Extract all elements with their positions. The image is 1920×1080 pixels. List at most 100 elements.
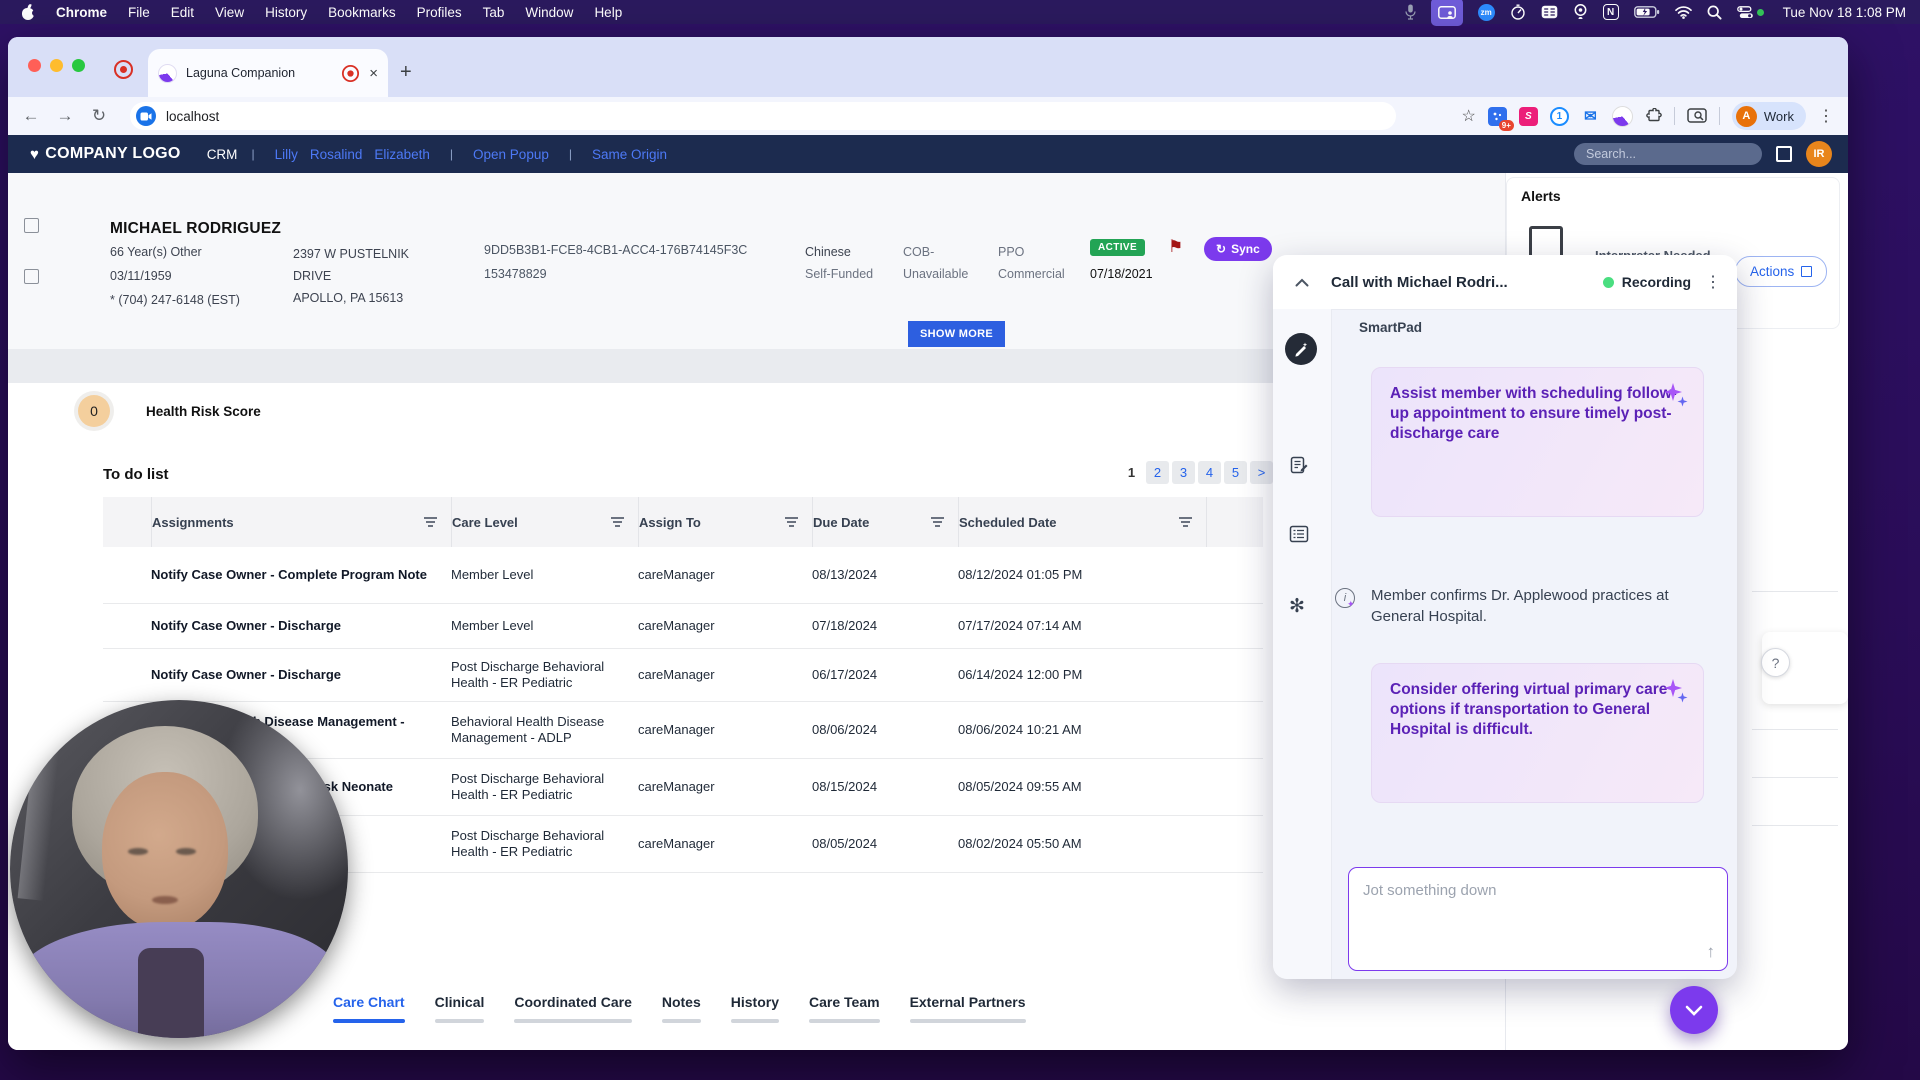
page-4[interactable]: 4 xyxy=(1198,461,1221,484)
header-assignments[interactable]: Assignments xyxy=(151,497,451,547)
scroll-down-fab[interactable] xyxy=(1670,986,1718,1034)
menubar-clock[interactable]: Tue Nov 18 1:08 PM xyxy=(1783,5,1906,20)
profile-chip[interactable]: A Work xyxy=(1731,102,1806,130)
filter-icon[interactable] xyxy=(424,517,437,527)
extension-blue-icon[interactable]: 9+ xyxy=(1487,106,1514,131)
company-logo[interactable]: ♥ COMPANY LOGO xyxy=(30,145,181,163)
fullscreen-window-button[interactable] xyxy=(72,59,85,72)
address-bar[interactable]: localhost xyxy=(130,102,1396,130)
note-input[interactable] xyxy=(1349,868,1727,938)
cell-scheduled-date: 08/06/2024 10:21 AM xyxy=(958,721,1082,737)
smartpad-icon[interactable] xyxy=(1285,333,1317,365)
crm-app-label[interactable]: CRM xyxy=(207,147,238,162)
ai-suggestion-card-1[interactable]: Assist member with scheduling follow-up … xyxy=(1371,367,1704,517)
help-button[interactable]: ? xyxy=(1761,648,1790,677)
tab-close-icon[interactable]: × xyxy=(369,65,378,82)
nav-link-same-origin[interactable]: Same Origin xyxy=(592,147,667,162)
menu-tab[interactable]: Tab xyxy=(483,5,505,20)
podcast-icon[interactable] xyxy=(1573,0,1588,24)
table-row[interactable]: Notify Case Owner - Discharge Member Lev… xyxy=(103,604,1263,649)
call-menu-icon[interactable]: ⋮ xyxy=(1705,272,1721,292)
filter-icon[interactable] xyxy=(931,517,944,527)
forward-icon[interactable]: → xyxy=(48,106,82,126)
menu-edit[interactable]: Edit xyxy=(171,5,194,20)
collapse-chevron-up-icon[interactable] xyxy=(1295,278,1309,287)
browser-menu-icon[interactable]: ⋮ xyxy=(1818,106,1834,126)
control-center-icon[interactable] xyxy=(1736,0,1764,24)
menu-chrome[interactable]: Chrome xyxy=(56,5,107,20)
tab-external-partners[interactable]: External Partners xyxy=(900,994,1036,1023)
tab-coordinated-care[interactable]: Coordinated Care xyxy=(504,994,641,1023)
crm-search-input[interactable]: Search... xyxy=(1574,143,1762,165)
nav-link-lilly[interactable]: Lilly xyxy=(275,147,298,162)
spotlight-search-icon[interactable] xyxy=(1707,0,1722,24)
page-next[interactable]: > xyxy=(1250,461,1273,484)
filter-icon[interactable] xyxy=(1179,517,1192,527)
list-widget-icon[interactable] xyxy=(1541,0,1558,24)
new-tab-button[interactable]: + xyxy=(400,61,412,84)
webcam-video-overlay[interactable] xyxy=(10,700,348,1038)
menu-window[interactable]: Window xyxy=(525,5,573,20)
menu-bookmarks[interactable]: Bookmarks xyxy=(328,5,396,20)
flag-icon[interactable]: ⚑ xyxy=(1168,237,1183,257)
reload-icon[interactable]: ↻ xyxy=(82,106,116,126)
form-list-icon[interactable] xyxy=(1289,525,1309,543)
back-icon[interactable]: ← xyxy=(14,106,48,126)
webcam-person xyxy=(102,772,228,930)
extension-mail-icon[interactable]: ✉ xyxy=(1581,107,1600,126)
snowflake-asterisk-icon[interactable]: ✻ xyxy=(1289,595,1305,618)
extensions-puzzle-icon[interactable] xyxy=(1645,107,1662,125)
nav-link-open-popup[interactable]: Open Popup xyxy=(473,147,549,162)
stopwatch-icon[interactable] xyxy=(1510,0,1526,24)
wifi-icon[interactable] xyxy=(1674,0,1692,24)
collapse-checkbox-bottom[interactable] xyxy=(24,269,39,284)
browser-tab-active[interactable]: Laguna Companion × xyxy=(148,49,388,97)
header-assign-to[interactable]: Assign To xyxy=(638,497,812,547)
page-1[interactable]: 1 xyxy=(1120,461,1143,484)
notion-icon[interactable]: N xyxy=(1602,4,1619,20)
collapse-checkbox-top[interactable] xyxy=(24,218,39,233)
ai-suggestion-card-2[interactable]: Consider offering virtual primary care o… xyxy=(1371,663,1704,803)
menu-help[interactable]: Help xyxy=(594,5,622,20)
menu-history[interactable]: History xyxy=(265,5,307,20)
table-row[interactable]: Notify Case Owner - Complete Program Not… xyxy=(103,547,1263,604)
table-row[interactable]: Notify Case Owner - Discharge Post Disch… xyxy=(103,649,1263,702)
tab-notes[interactable]: Notes xyxy=(652,994,711,1023)
extension-pink-icon[interactable]: S xyxy=(1518,106,1538,126)
user-avatar[interactable]: IR xyxy=(1806,141,1832,167)
tab-care-team[interactable]: Care Team xyxy=(799,994,890,1023)
header-due-date[interactable]: Due Date xyxy=(812,497,958,547)
note-edit-icon[interactable] xyxy=(1289,455,1309,475)
nav-link-rosalind[interactable]: Rosalind xyxy=(310,147,363,162)
menu-view[interactable]: View xyxy=(215,5,244,20)
tab-clinical[interactable]: Clinical xyxy=(425,994,495,1023)
bookmark-star-icon[interactable]: ☆ xyxy=(1462,106,1476,126)
send-arrow-icon[interactable]: ↑ xyxy=(1707,942,1716,962)
show-more-button[interactable]: SHOW MORE xyxy=(908,321,1005,347)
actions-button[interactable]: Actions xyxy=(1735,256,1828,287)
health-risk-score-value: 0 xyxy=(78,395,110,427)
menu-file[interactable]: File xyxy=(128,5,150,20)
nav-link-elizabeth[interactable]: Elizabeth xyxy=(374,147,430,162)
sync-button[interactable]: ↻ Sync xyxy=(1204,237,1272,261)
screen-share-icon[interactable] xyxy=(1430,0,1463,26)
minimize-window-button[interactable] xyxy=(50,59,63,72)
search-tabs-icon[interactable] xyxy=(1687,108,1707,124)
header-care-level[interactable]: Care Level xyxy=(451,497,638,547)
window-popout-icon[interactable] xyxy=(1776,146,1792,162)
header-scheduled-date[interactable]: Scheduled Date xyxy=(958,497,1206,547)
filter-icon[interactable] xyxy=(611,517,624,527)
apple-menu-icon[interactable] xyxy=(22,3,38,20)
close-window-button[interactable] xyxy=(28,59,41,72)
page-3[interactable]: 3 xyxy=(1172,461,1195,484)
page-5[interactable]: 5 xyxy=(1224,461,1247,484)
extension-laguna-icon[interactable] xyxy=(1611,105,1633,127)
page-2[interactable]: 2 xyxy=(1146,461,1169,484)
microphone-icon[interactable] xyxy=(1405,0,1416,24)
tab-history[interactable]: History xyxy=(721,994,789,1023)
filter-icon[interactable] xyxy=(785,517,798,527)
camera-permission-icon[interactable] xyxy=(136,106,156,126)
extension-1password-icon[interactable]: 1 xyxy=(1549,106,1569,126)
menu-profiles[interactable]: Profiles xyxy=(417,5,462,20)
zoom-app-icon[interactable]: zm xyxy=(1477,3,1495,21)
